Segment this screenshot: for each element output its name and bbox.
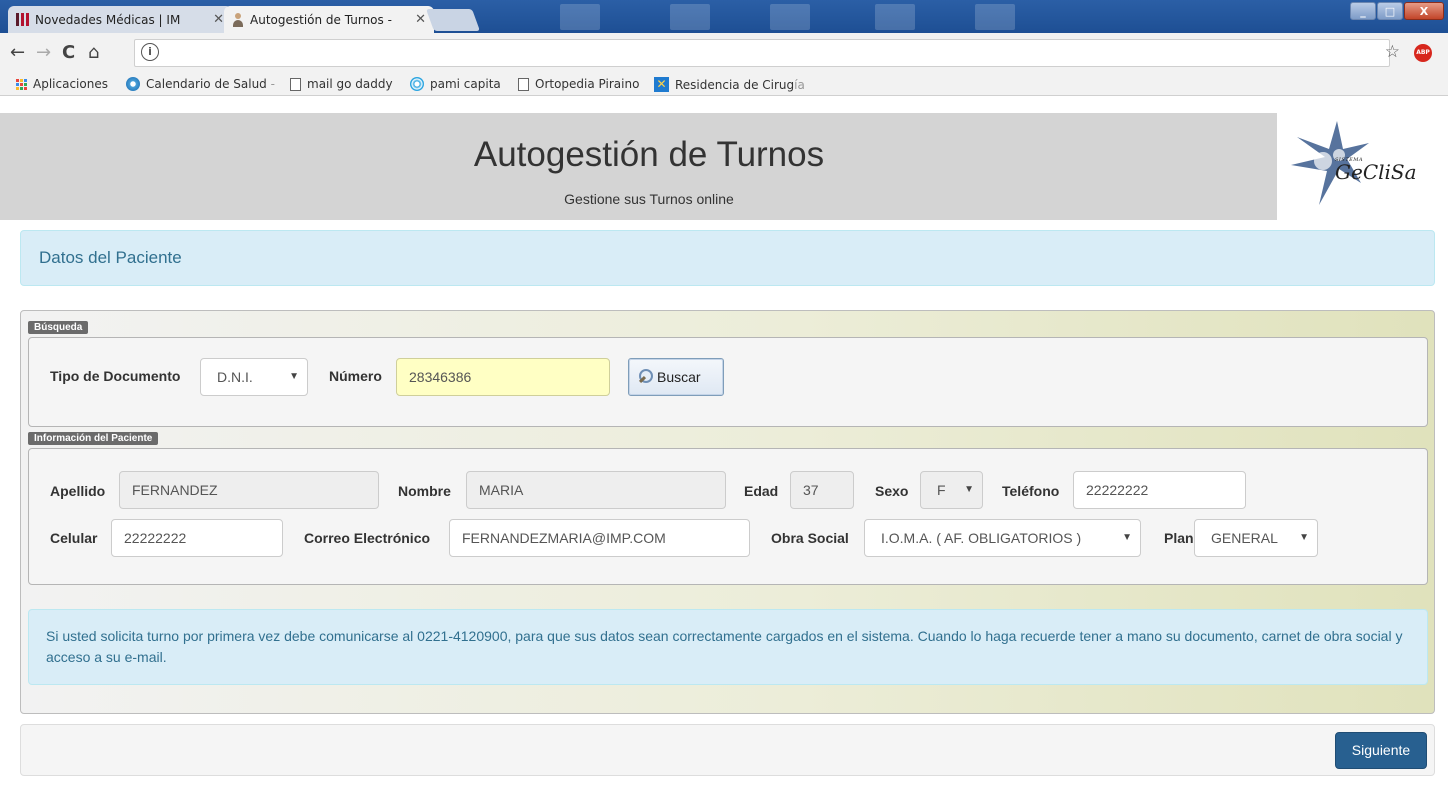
patient-legend: Información del Paciente xyxy=(28,432,159,445)
reload-icon[interactable]: C xyxy=(62,42,75,63)
sexo-label: Sexo xyxy=(875,483,909,499)
apps-grid-icon xyxy=(16,78,27,90)
taskbar-thumbnail xyxy=(975,4,1015,30)
browser-tab-novedades[interactable]: Novedades Médicas | IM ✕ xyxy=(8,6,232,33)
obra-social-label: Obra Social xyxy=(771,530,849,546)
search-button[interactable]: Buscar xyxy=(628,358,724,396)
bookmark-mail-go-daddy[interactable]: mail go daddy xyxy=(290,77,393,91)
email-label: Correo Electrónico xyxy=(304,530,431,546)
site-info-icon[interactable]: i xyxy=(141,43,159,61)
new-tab-button[interactable] xyxy=(425,9,481,31)
page-title: Autogestión de Turnos xyxy=(473,135,825,174)
calendar-favicon-icon xyxy=(126,77,140,91)
taskbar-thumbnail xyxy=(770,4,810,30)
form-footer: Siguiente xyxy=(20,724,1435,776)
close-window-button[interactable]: X xyxy=(1404,2,1444,20)
obra-social-value: I.O.M.A. ( AF. OBLIGATORIOS ) xyxy=(881,530,1082,546)
residencia-favicon-icon: ✕ xyxy=(654,77,669,92)
telefono-field[interactable]: 22222222 xyxy=(1073,471,1246,509)
bookmark-label-fade: ía xyxy=(794,77,805,92)
number-label: Número xyxy=(329,368,382,384)
adblock-plus-icon[interactable]: ABP xyxy=(1414,44,1432,62)
obra-social-select[interactable]: I.O.M.A. ( AF. OBLIGATORIOS ) ▼ xyxy=(864,519,1141,557)
nombre-field[interactable]: MARIA xyxy=(466,471,726,509)
search-button-label: Buscar xyxy=(657,369,701,385)
tab-title: Novedades Médicas | IM xyxy=(35,12,181,27)
pami-favicon-icon xyxy=(410,77,424,91)
back-arrow-icon[interactable]: ← xyxy=(10,42,25,63)
doc-type-label: Tipo de Documento xyxy=(50,368,181,384)
bookmark-pami-capita[interactable]: pami capita xyxy=(410,77,501,91)
next-button[interactable]: Siguiente xyxy=(1335,732,1427,769)
bookmark-label: Ortopedia Piraino xyxy=(535,77,640,91)
dropdown-arrow-icon: ▼ xyxy=(1122,532,1132,543)
search-fieldset: Tipo de Documento D.N.I. ▼ Número 283463… xyxy=(28,337,1428,427)
apellido-field[interactable]: FERNANDEZ xyxy=(119,471,379,509)
dropdown-arrow-icon: ▼ xyxy=(1299,532,1309,543)
bookmark-label: mail go daddy xyxy=(307,77,393,91)
url-input[interactable] xyxy=(169,43,1349,63)
bookmark-residencia[interactable]: ✕ Residencia de Cirugía xyxy=(654,77,805,92)
page-icon xyxy=(518,77,529,91)
taskbar-thumbnail xyxy=(875,4,915,30)
doc-type-select[interactable]: D.N.I. ▼ xyxy=(200,358,308,396)
browser-tab-strip: Novedades Médicas | IM ✕ Autogestión de … xyxy=(0,0,1448,33)
celular-label: Celular xyxy=(50,530,98,546)
search-legend: Búsqueda xyxy=(28,321,89,334)
bookmarks-bar: Aplicaciones Calendario de Salud - mail … xyxy=(0,73,1448,96)
dropdown-arrow-icon: ▼ xyxy=(289,371,299,382)
telefono-label: Teléfono xyxy=(1002,483,1060,499)
patient-fieldset: Apellido FERNANDEZ Nombre MARIA Edad 37 … xyxy=(28,448,1428,585)
window-controls: _ □ X xyxy=(1350,2,1444,20)
person-favicon-icon xyxy=(232,12,244,27)
document-number-input[interactable]: 28346386 xyxy=(396,358,610,396)
close-tab-icon[interactable]: ✕ xyxy=(415,12,426,27)
plan-select[interactable]: GENERAL ▼ xyxy=(1194,519,1318,557)
minimize-button[interactable]: _ xyxy=(1350,2,1376,20)
page-icon xyxy=(290,77,301,91)
close-tab-icon[interactable]: ✕ xyxy=(213,12,224,27)
celular-field[interactable]: 22222222 xyxy=(111,519,283,557)
apellido-label: Apellido xyxy=(50,483,106,499)
logo-text: GeCliSa xyxy=(1335,160,1417,184)
bookmark-label: Residencia de Cirug xyxy=(675,77,795,92)
plan-value: GENERAL xyxy=(1211,530,1278,546)
taskbar-thumbnail xyxy=(670,4,710,30)
taskbar-thumbnail xyxy=(560,4,600,30)
page-edge xyxy=(1436,113,1448,220)
sexo-select[interactable]: F ▼ xyxy=(920,471,983,509)
patient-form: Búsqueda Tipo de Documento D.N.I. ▼ Núme… xyxy=(20,310,1435,714)
address-bar[interactable]: i xyxy=(134,39,1390,67)
dropdown-arrow-icon: ▼ xyxy=(964,484,974,495)
nombre-label: Nombre xyxy=(398,483,451,499)
edad-field[interactable]: 37 xyxy=(790,471,854,509)
doc-type-value: D.N.I. xyxy=(217,369,253,385)
bookmark-ortopedia[interactable]: Ortopedia Piraino xyxy=(518,77,639,91)
site-favicon-icon xyxy=(16,13,29,26)
bookmark-aplicaciones[interactable]: Aplicaciones xyxy=(16,77,108,91)
bookmark-label-fade: - xyxy=(266,77,275,91)
plan-label: Plan xyxy=(1164,530,1194,546)
bookmark-star-icon[interactable]: ☆ xyxy=(1385,42,1400,62)
edad-label: Edad xyxy=(744,483,779,499)
maximize-button[interactable]: □ xyxy=(1377,2,1403,20)
tab-title: Autogestión de Turnos - xyxy=(250,12,392,27)
browser-toolbar: ← → C ⌂ i ☆ ABP xyxy=(0,33,1448,73)
panel-heading: Datos del Paciente xyxy=(20,230,1435,286)
forward-arrow-icon[interactable]: → xyxy=(36,42,51,63)
page-subtitle: Gestione sus Turnos online xyxy=(564,191,734,207)
sexo-value: F xyxy=(937,482,946,498)
bookmark-calendario[interactable]: Calendario de Salud - xyxy=(126,77,275,91)
home-icon[interactable]: ⌂ xyxy=(88,42,99,63)
geclisa-logo: SISTEMA GeCliSa xyxy=(1277,113,1434,220)
browser-tab-autogestion[interactable]: Autogestión de Turnos - ✕ xyxy=(224,6,434,33)
site-header: Autogestión de Turnos Gestione sus Turno… xyxy=(0,113,1434,220)
bookmark-label: pami capita xyxy=(430,77,501,91)
magnifier-icon xyxy=(639,369,653,385)
bookmark-label: Calendario de Salud xyxy=(146,77,267,91)
info-alert: Si usted solicita turno por primera vez … xyxy=(28,609,1428,685)
bookmark-label: Aplicaciones xyxy=(33,77,108,91)
email-field[interactable]: FERNANDEZMARIA@IMP.COM xyxy=(449,519,750,557)
